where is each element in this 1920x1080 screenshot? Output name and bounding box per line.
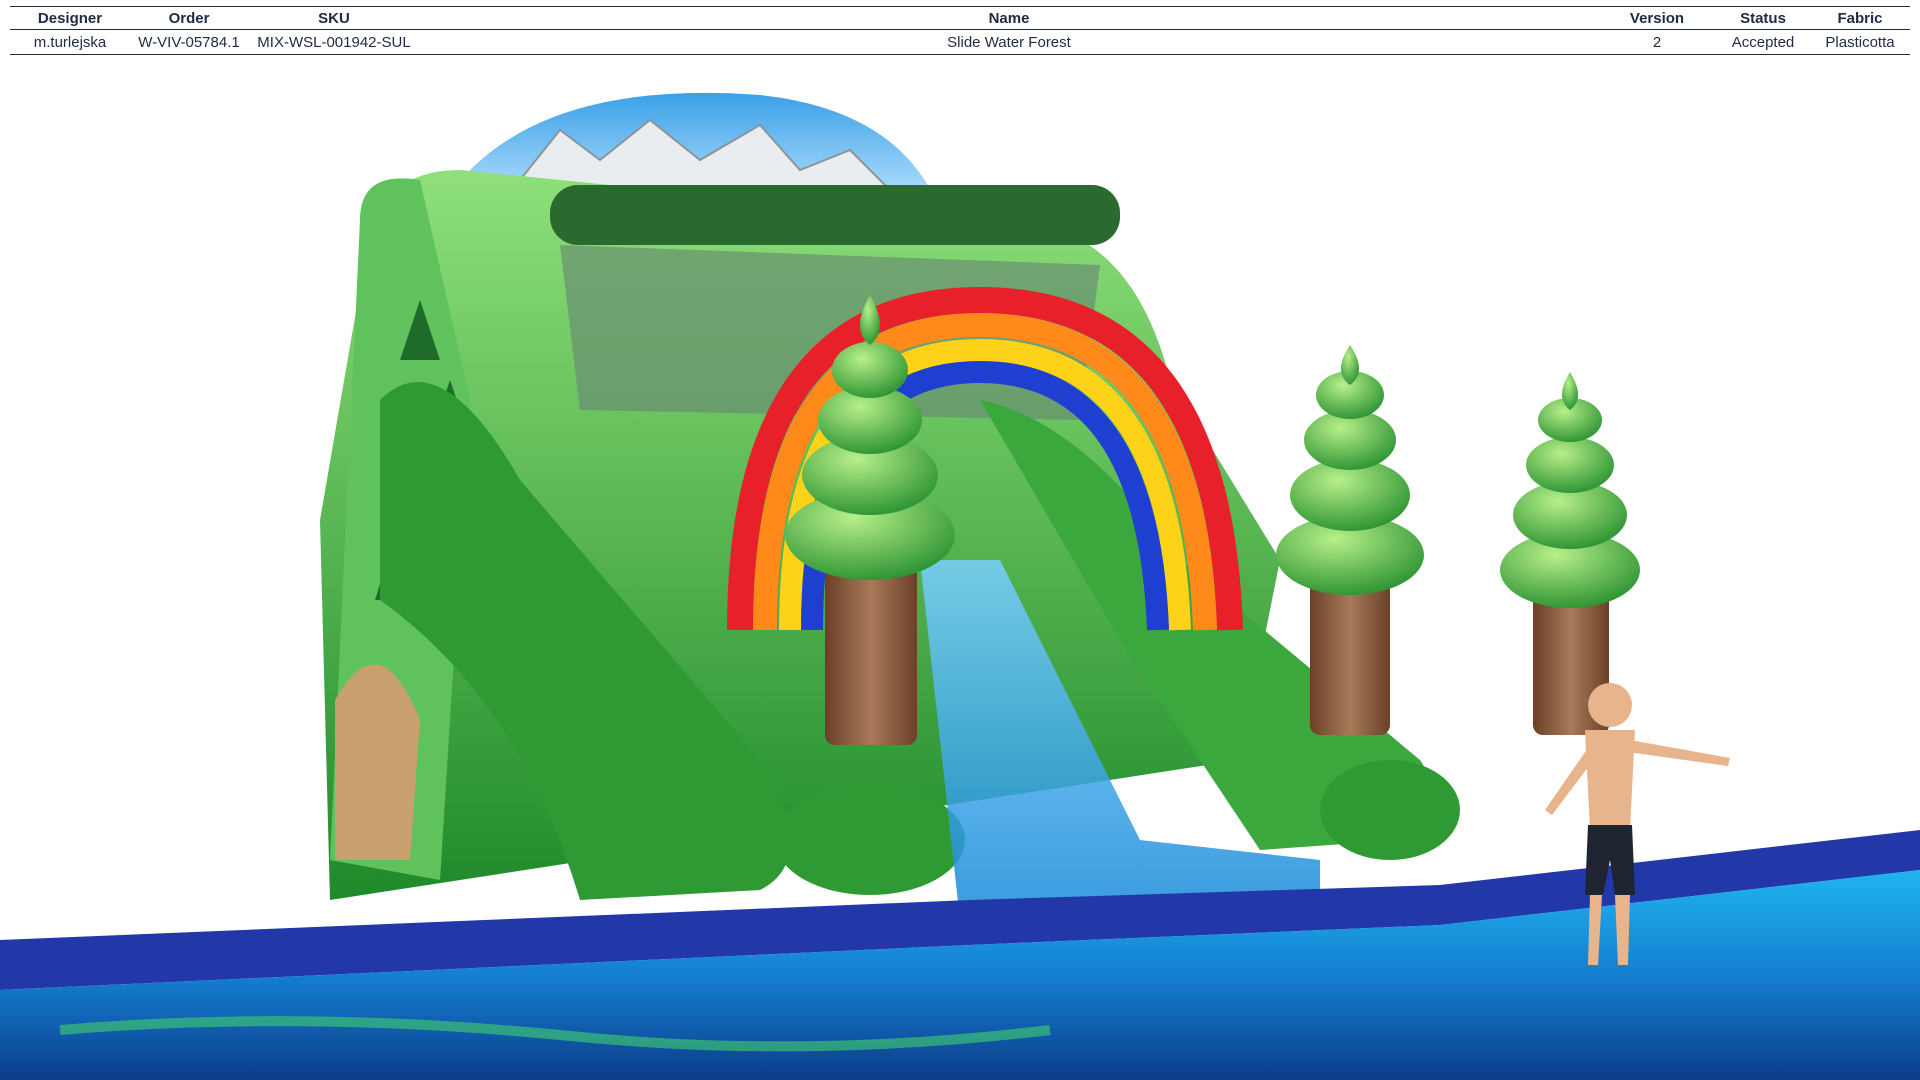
table-row: m.turlejska W-VIV-05784.1 MIX-WSL-001942… [10,29,1910,55]
cell-status: Accepted [1716,29,1810,55]
header-status: Status [1716,6,1810,30]
header-designer: Designer [10,6,130,30]
table-header-row: Designer Order SKU Name Version Status F… [10,6,1910,30]
header-name: Name [420,6,1598,30]
header-fabric: Fabric [1810,6,1910,30]
cell-version: 2 [1598,29,1716,55]
tree-right [1500,372,1640,735]
header-sku: SKU [248,6,420,30]
cell-order: W-VIV-05784.1 [130,29,248,55]
product-render [0,92,1920,1080]
cell-name: Slide Water Forest [420,29,1598,55]
cell-designer: m.turlejska [10,29,130,55]
order-info-table: Designer Order SKU Name Version Status F… [10,6,1910,55]
cell-sku: MIX-WSL-001942-SUL [248,29,420,55]
header-version: Version [1598,6,1716,30]
cell-fabric: Plasticotta [1810,29,1910,55]
header-order: Order [130,6,248,30]
